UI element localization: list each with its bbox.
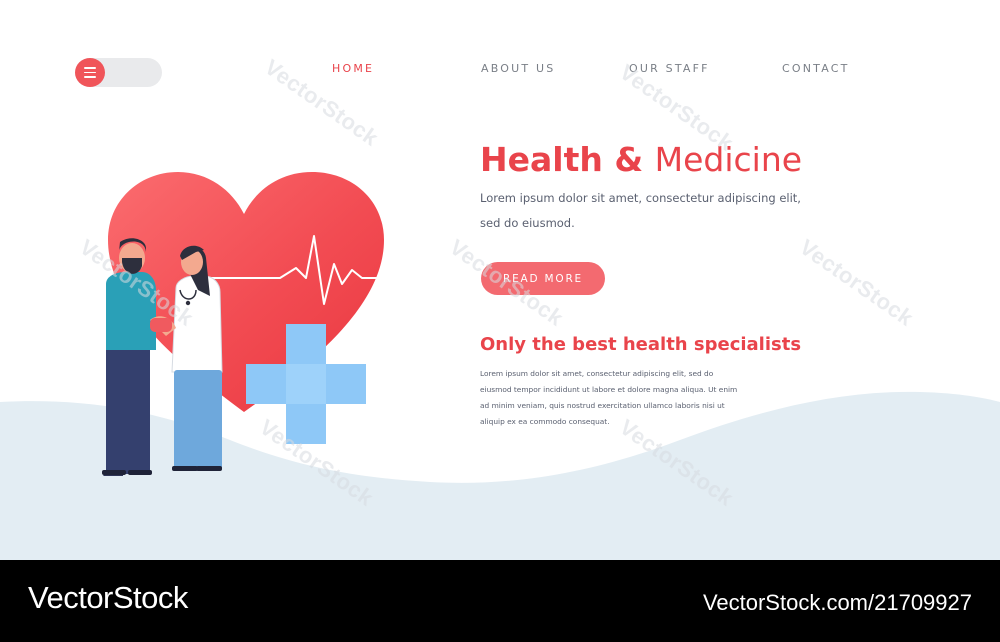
patient-figure [102,238,156,476]
read-more-button[interactable]: READ MORE [481,262,605,295]
nav-contact[interactable]: CONTACT [782,62,850,75]
title-light: Medicine [654,140,803,179]
section-text: Lorem ipsum dolor sit amet, consectetur … [480,369,738,426]
footer-bar: VectorStock VectorStock.com/21709927 [0,560,1000,642]
hero-description: Lorem ipsum dolor sit amet, consectetur … [480,191,801,230]
footer-brand: VectorStock [28,580,188,615]
nav-about-us[interactable]: ABOUT US [481,62,555,75]
section-title: Only the best health specialists [480,334,802,355]
footer-image-ref: VectorStock.com/21709927 [702,590,972,615]
landing-page: HOME ABOUT US OUR STAFF CONTACT Health &… [0,0,1000,560]
main-nav: HOME ABOUT US OUR STAFF CONTACT [0,62,1000,76]
page-title: Health & Medicine [480,140,802,179]
title-bold: Health & [480,140,644,179]
nav-our-staff[interactable]: OUR STAFF [629,62,710,75]
nav-home[interactable]: HOME [332,62,374,75]
